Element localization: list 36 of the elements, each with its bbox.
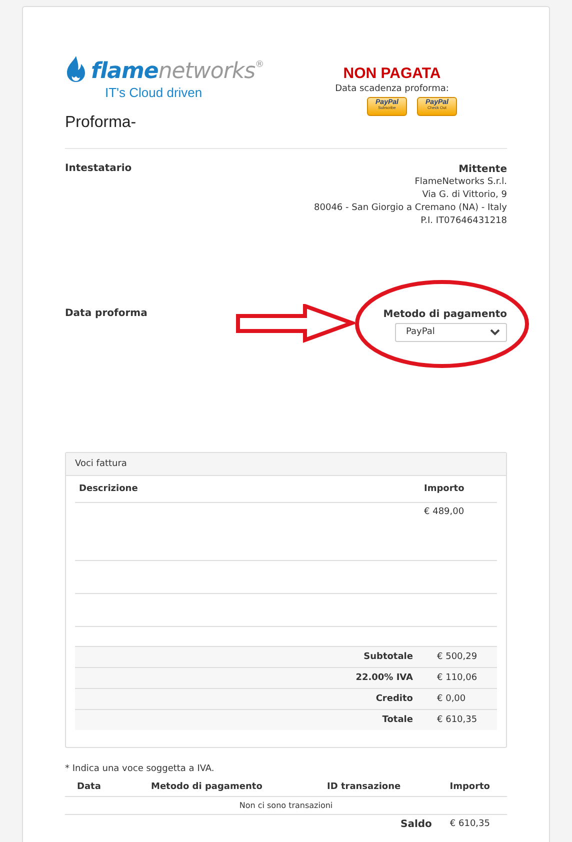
total-value: € 500,29: [436, 652, 478, 662]
flame-icon: [65, 55, 87, 83]
balance-value: € 610,35: [450, 819, 490, 830]
payment-method-select[interactable]: PayPal: [395, 323, 507, 342]
recipient-heading: Intestatario: [65, 163, 132, 174]
column-header: Descrizione: [78, 484, 139, 494]
column-header: ID transazione: [327, 782, 402, 792]
column-header: Metodo di pagamento: [151, 782, 264, 792]
proforma-date-label: Data proforma: [65, 308, 148, 319]
total-value: € 0,00: [436, 694, 467, 704]
due-date-label: Data scadenza proforma:: [335, 84, 449, 94]
table-cell-text: € 489,00: [424, 507, 466, 517]
empty-message: Non ci sono transazioni: [65, 797, 507, 815]
logo-text: flamenetworks®: [91, 61, 264, 83]
total-value: € 110,06: [436, 673, 478, 683]
sender-address-line: P.I. IT07646431218: [420, 215, 507, 228]
column-header: Importo: [448, 782, 491, 792]
sender-address-line: 80046 - San Giorgio a Cremano (NA) - Italy: [314, 202, 507, 215]
document-title: Proforma-: [65, 114, 138, 132]
sender-address-line: FlameNetworks S.r.l.: [414, 176, 507, 189]
sender-address-line: Via G. di Vittorio, 9: [422, 189, 507, 202]
panel-title: Voci fattura: [66, 453, 506, 476]
footnote: * Indica una voce soggetta a IVA.: [65, 764, 216, 774]
total-label: Totale: [381, 715, 413, 725]
total-label: Subtotale: [362, 652, 413, 662]
payment-method-label: Metodo di pagamento: [383, 308, 507, 321]
total-value: € 610,35: [436, 715, 478, 725]
sender-heading: Mittente: [458, 163, 507, 176]
total-label: Credito: [374, 694, 413, 704]
status-label: NON PAGATA: [343, 65, 441, 82]
column-header: Data: [76, 782, 102, 792]
total-label: 22.00% IVA: [354, 673, 413, 683]
balance-label: Saldo: [400, 819, 432, 830]
column-header: Importo: [424, 484, 466, 494]
logo-tagline: IT's Cloud driven: [105, 85, 204, 100]
chevron-down-icon: [490, 329, 500, 336]
